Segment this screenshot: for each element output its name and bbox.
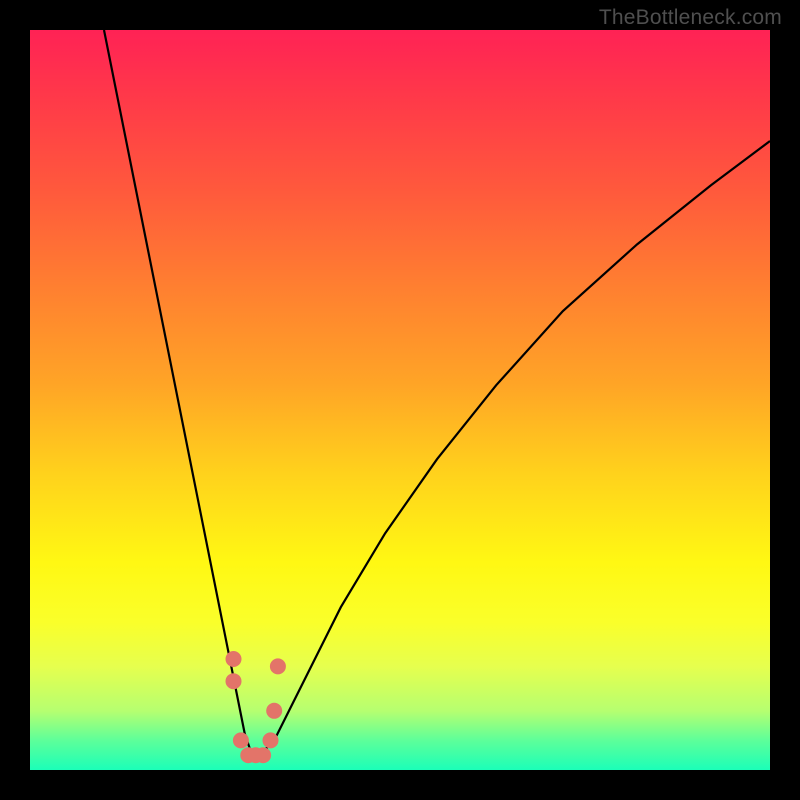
data-point [226, 673, 242, 689]
watermark-text: TheBottleneck.com [599, 6, 782, 30]
data-point [233, 732, 249, 748]
data-point [255, 747, 271, 763]
data-point [263, 732, 279, 748]
data-point [270, 658, 286, 674]
marker-group [226, 651, 286, 763]
data-point [226, 651, 242, 667]
data-point [266, 703, 282, 719]
bottleneck-curve [104, 30, 770, 755]
curve-svg [30, 30, 770, 770]
plot-area [30, 30, 770, 770]
chart-frame: TheBottleneck.com [0, 0, 800, 800]
